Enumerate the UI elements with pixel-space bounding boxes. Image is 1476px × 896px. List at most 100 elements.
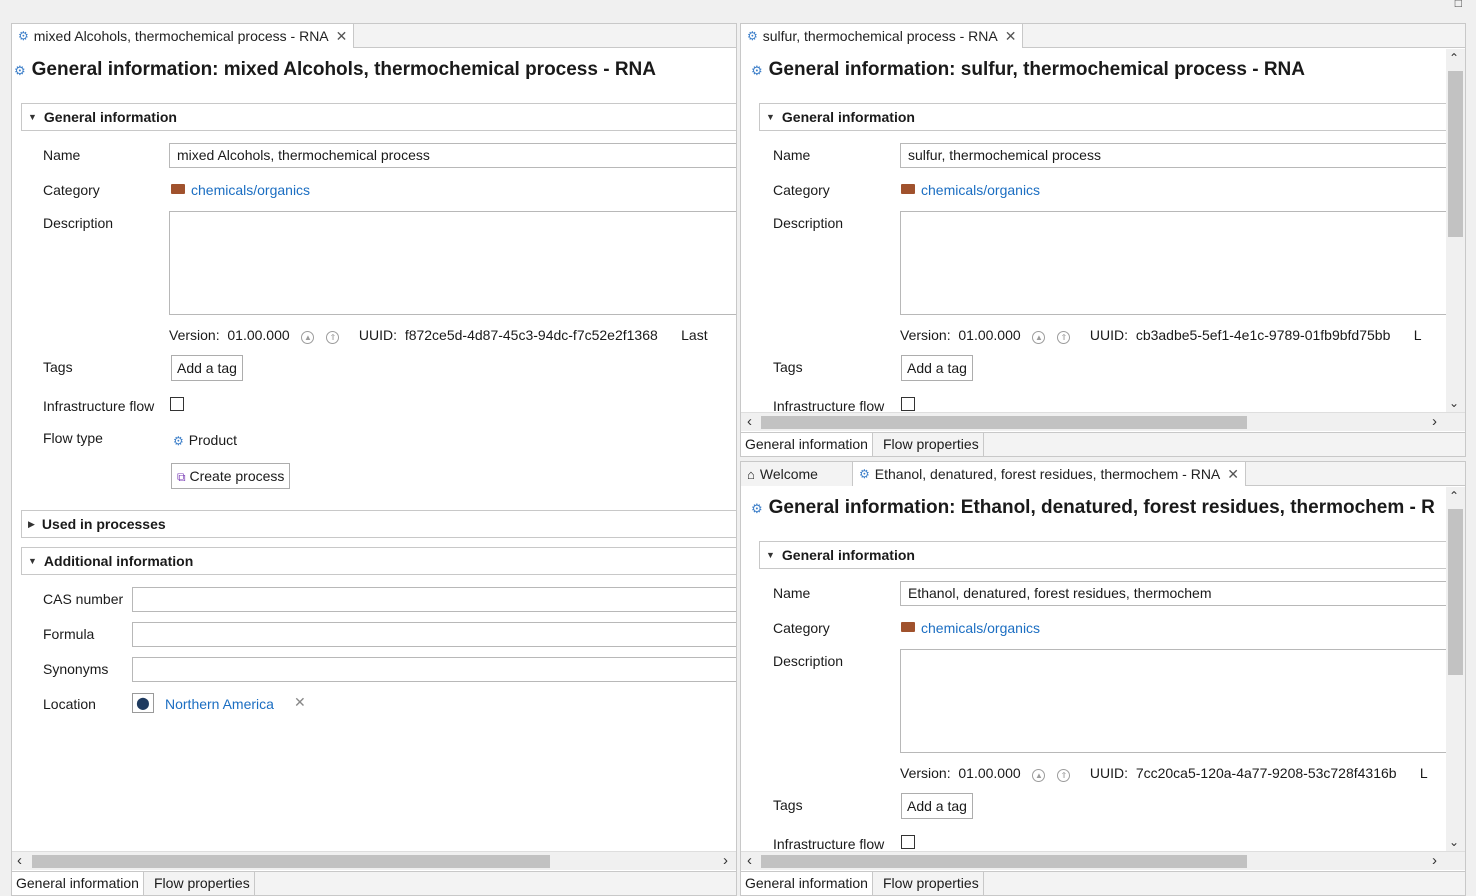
synonyms-field[interactable] [132, 657, 736, 682]
category-label: Category [773, 620, 830, 636]
add-tag-button[interactable]: Add a tag [171, 355, 243, 381]
top-right-horizontal-scrollbar[interactable]: ‹ › [741, 412, 1465, 431]
tab-flow-properties[interactable]: Flow properties [150, 872, 255, 895]
gear-icon: ⚙ [751, 501, 763, 516]
scroll-right-icon[interactable]: › [1432, 413, 1437, 431]
gear-icon: ⚙ [18, 29, 29, 43]
twistie-icon: ▶ [28, 518, 35, 529]
name-field[interactable]: mixed Alcohols, thermochemical process [169, 143, 736, 168]
cas-number-label: CAS number [43, 591, 124, 607]
name-field[interactable]: sulfur, thermochemical process [900, 143, 1446, 168]
location-link[interactable]: Northern America [165, 696, 274, 712]
version-up-major-icon[interactable]: ⇑ [1057, 331, 1071, 344]
tab-ethanol[interactable]: ⚙ Ethanol, denatured, forest residues, t… [853, 462, 1247, 486]
twistie-icon: ▼ [766, 550, 775, 560]
infrastructure-flow-checkbox[interactable] [901, 397, 915, 411]
tab-mixed-alcohols[interactable]: ⚙ mixed Alcohols, thermochemical process… [12, 24, 355, 48]
category-link[interactable]: chemicals/organics [171, 182, 310, 198]
location-pin-button[interactable]: ⬤ [132, 693, 154, 713]
create-process-button[interactable]: ⧉ Create process [171, 463, 291, 489]
scroll-down-icon[interactable]: ⌄ [1449, 835, 1459, 849]
location-label: Location [43, 696, 96, 712]
gear-icon: ⚙ [747, 29, 758, 43]
description-field[interactable] [900, 211, 1446, 315]
tab-general-information[interactable]: General information [12, 872, 144, 895]
version-up-icon[interactable]: ▲ [301, 331, 315, 344]
scroll-left-icon[interactable]: ‹ [747, 852, 752, 870]
remove-location-icon[interactable]: ✕ [294, 694, 306, 711]
folder-icon [171, 184, 185, 194]
description-field[interactable] [169, 211, 736, 315]
section-general-information[interactable]: ▼ General information [21, 103, 736, 131]
name-label: Name [773, 585, 811, 601]
scroll-right-icon[interactable]: › [723, 852, 728, 870]
flow-type-value: ⚙ Product [173, 432, 238, 448]
close-icon[interactable]: ✕ [1227, 466, 1239, 483]
scroll-up-icon[interactable]: ⌃ [1449, 489, 1459, 503]
formula-field[interactable] [132, 622, 736, 647]
top-right-vertical-scrollbar[interactable]: ⌃ ⌄ [1446, 49, 1465, 412]
tab-welcome[interactable]: ⌂ Welcome [741, 462, 853, 486]
version-up-icon[interactable]: ▲ [1032, 331, 1046, 344]
synonyms-label: Synonyms [43, 661, 109, 677]
infrastructure-flow-label: Infrastructure flow [43, 398, 155, 414]
description-label: Description [773, 215, 844, 231]
tags-label: Tags [43, 359, 73, 375]
category-link[interactable]: chemicals/organics [901, 620, 1040, 636]
scroll-left-icon[interactable]: ‹ [747, 413, 752, 431]
section-additional-information[interactable]: ▼ Additional information [21, 547, 736, 575]
name-label: Name [773, 147, 811, 163]
scroll-thumb[interactable] [761, 855, 1247, 868]
tab-sulfur[interactable]: ⚙ sulfur, thermochemical process - RNA ✕ [741, 24, 1024, 48]
scroll-up-icon[interactable]: ⌃ [1449, 51, 1459, 65]
gear-icon: ⚙ [173, 434, 184, 448]
folder-icon [901, 622, 915, 632]
bottom-right-editor-content: ⚙ General information: Ethanol, denatured… [741, 487, 1446, 851]
tab-flow-properties[interactable]: Flow properties [879, 433, 984, 456]
section-general-information[interactable]: ▼ General information [759, 103, 1446, 131]
gear-icon: ⚙ [751, 63, 763, 78]
description-field[interactable] [900, 649, 1446, 753]
tab-general-information[interactable]: General information [741, 872, 873, 895]
section-general-information[interactable]: ▼ General information [759, 541, 1446, 569]
scroll-thumb[interactable] [32, 855, 550, 868]
scroll-thumb[interactable] [1448, 509, 1463, 675]
cas-number-field[interactable] [132, 587, 736, 612]
scroll-left-icon[interactable]: ‹ [17, 852, 22, 870]
scroll-thumb[interactable] [1448, 71, 1463, 237]
tab-flow-properties[interactable]: Flow properties [879, 872, 984, 895]
tags-label: Tags [773, 359, 803, 375]
left-editor-pane: ⚙ mixed Alcohols, thermochemical process… [11, 23, 737, 896]
window-restore-icon[interactable]: □ [1455, 0, 1462, 10]
version-uuid-row: Version: 01.00.000 ▲ ⇑ UUID: cb3adbe5-5e… [900, 327, 1422, 344]
scroll-thumb[interactable] [761, 416, 1247, 429]
close-icon[interactable]: ✕ [336, 28, 348, 45]
version-uuid-row: Version: 01.00.000 ▲ ⇑ UUID: f872ce5d-4d… [169, 327, 708, 344]
scroll-right-icon[interactable]: › [1432, 852, 1437, 870]
scroll-down-icon[interactable]: ⌄ [1449, 396, 1459, 410]
page-title: ⚙ General information: Ethanol, denatured… [751, 497, 1435, 518]
infrastructure-flow-checkbox[interactable] [901, 835, 915, 849]
left-horizontal-scrollbar[interactable]: ‹ › [12, 851, 736, 870]
bottom-right-vertical-scrollbar[interactable]: ⌃ ⌄ [1446, 487, 1465, 851]
home-icon: ⌂ [747, 466, 755, 482]
name-field[interactable]: Ethanol, denatured, forest residues, the… [900, 581, 1446, 606]
left-page-tabs: General information Flow properties [12, 871, 736, 895]
close-icon[interactable]: ✕ [1005, 28, 1017, 45]
tab-general-information[interactable]: General information [741, 433, 873, 456]
version-up-major-icon[interactable]: ⇑ [326, 331, 340, 344]
bottom-right-horizontal-scrollbar[interactable]: ‹ › [741, 851, 1465, 870]
version-up-major-icon[interactable]: ⇑ [1057, 769, 1071, 782]
description-label: Description [773, 653, 844, 669]
infrastructure-flow-checkbox[interactable] [170, 397, 184, 411]
name-label: Name [43, 147, 81, 163]
version-up-icon[interactable]: ▲ [1032, 769, 1046, 782]
add-tag-button[interactable]: Add a tag [901, 355, 973, 381]
category-label: Category [773, 182, 830, 198]
page-title: ⚙ General information: mixed Alcohols, th… [14, 59, 656, 80]
add-tag-button[interactable]: Add a tag [901, 793, 973, 819]
folder-icon [901, 184, 915, 194]
section-used-in-processes[interactable]: ▶ Used in processes [21, 510, 736, 538]
page-title: ⚙ General information: sulfur, thermochem… [751, 59, 1305, 80]
category-link[interactable]: chemicals/organics [901, 182, 1040, 198]
